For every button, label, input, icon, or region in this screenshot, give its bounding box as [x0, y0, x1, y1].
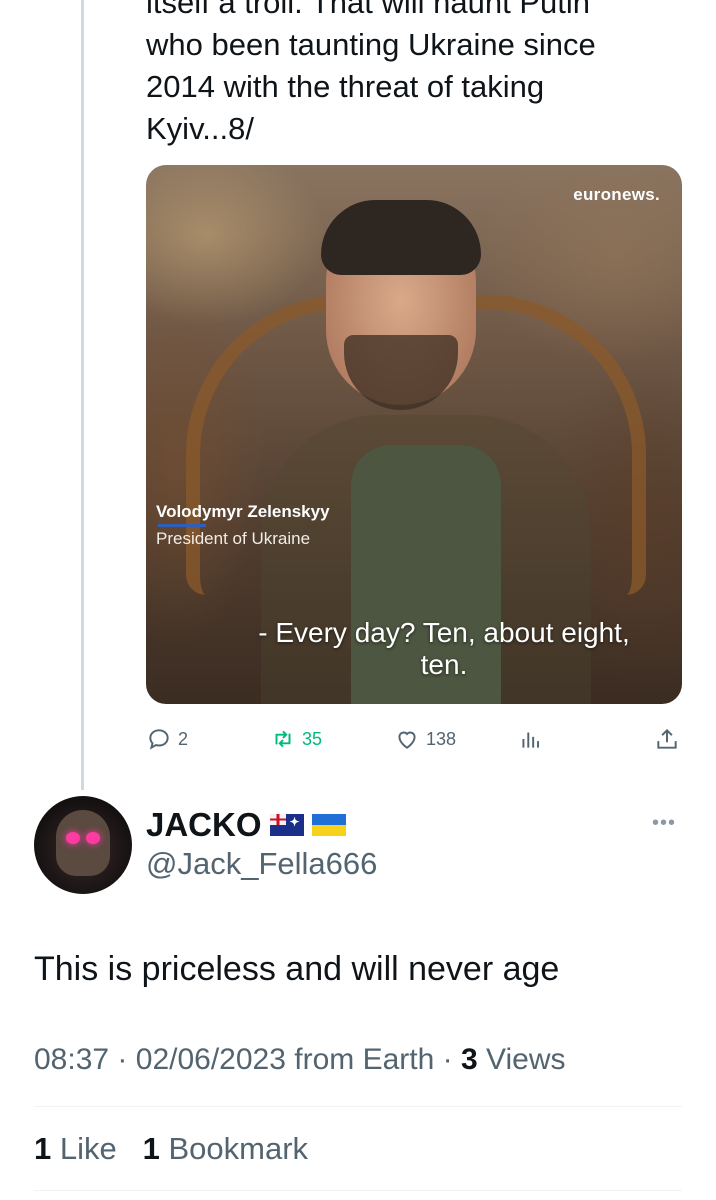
- video-person-hair: [321, 200, 481, 275]
- share-button[interactable]: [654, 726, 680, 752]
- ukraine-flag-icon: [311, 814, 346, 836]
- share-icon: [657, 728, 677, 749]
- tweet-date[interactable]: 02/06/2023: [136, 1043, 286, 1076]
- reply-count: 2: [178, 728, 189, 749]
- avatar-skull: [56, 810, 110, 876]
- retweet-button[interactable]: 35: [270, 726, 322, 752]
- display-name[interactable]: JACKO: [146, 806, 346, 844]
- tweet-text: This is priceless and will never age: [34, 950, 560, 988]
- avatar[interactable]: [34, 796, 132, 894]
- tweet-metadata: 08:37 · 02/06/2023 from Earth · 3 Views: [34, 1043, 566, 1077]
- retweet-icon: [275, 730, 291, 748]
- views-label: Views: [486, 1043, 566, 1076]
- views-icon: [522, 732, 540, 748]
- divider: [34, 1190, 682, 1191]
- likes-stat[interactable]: 1 Like: [34, 1131, 117, 1166]
- heart-icon: [398, 731, 416, 749]
- reply-button[interactable]: 2: [146, 726, 188, 752]
- like-count: 138: [426, 728, 457, 749]
- euronews-logo: euronews.: [573, 185, 660, 204]
- meta-separator: ·: [442, 1043, 453, 1076]
- display-name-text: JACKO: [146, 806, 262, 843]
- user-handle[interactable]: @Jack_Fella666: [146, 846, 377, 882]
- quoted-text-line: who been taunting Ukraine since: [146, 27, 596, 62]
- video-subtitle-line: - Every day? Ten, about eight,: [258, 617, 630, 648]
- video-caption-name: Volodymyr Zelenskyy: [156, 502, 330, 521]
- quoted-tweet-text: itself a troll. That will haunt Putin wh…: [146, 0, 686, 150]
- video-caption-role: President of Ukraine: [156, 529, 311, 548]
- thread-line: [81, 0, 84, 790]
- tweet-time[interactable]: 08:37: [34, 1043, 109, 1076]
- more-options-icon[interactable]: •••: [652, 812, 676, 835]
- avatar-eye: [86, 832, 100, 844]
- video-subtitle: - Every day? Ten, about eight, ten.: [146, 617, 682, 681]
- australia-flag-icon: [269, 814, 304, 836]
- quoted-text-line: Kyiv...8/: [146, 111, 254, 146]
- meta-separator: ·: [117, 1043, 128, 1076]
- tweet-action-bar: 2 35 138: [146, 722, 686, 756]
- retweet-count: 35: [302, 728, 323, 749]
- divider: [34, 1106, 682, 1107]
- tweet-video[interactable]: euronews. Volodymyr Zelenskyy President …: [146, 165, 682, 704]
- quoted-text-line: 2014 with the threat of taking: [146, 69, 545, 104]
- engagement-stats: 1 Like 1 Bookmark: [34, 1131, 308, 1167]
- reply-icon: [149, 729, 169, 750]
- avatar-eye: [66, 832, 80, 844]
- video-subtitle-line: ten.: [420, 649, 468, 680]
- tweet-source: from Earth: [294, 1043, 435, 1076]
- quoted-text-line: itself a troll. That will haunt Putin: [146, 0, 590, 20]
- like-button[interactable]: 138: [394, 726, 456, 752]
- views-button[interactable]: [518, 726, 544, 752]
- bookmarks-stat[interactable]: 1 Bookmark: [143, 1131, 308, 1166]
- video-caption-underline: [158, 524, 206, 527]
- views-count: 3: [461, 1043, 478, 1076]
